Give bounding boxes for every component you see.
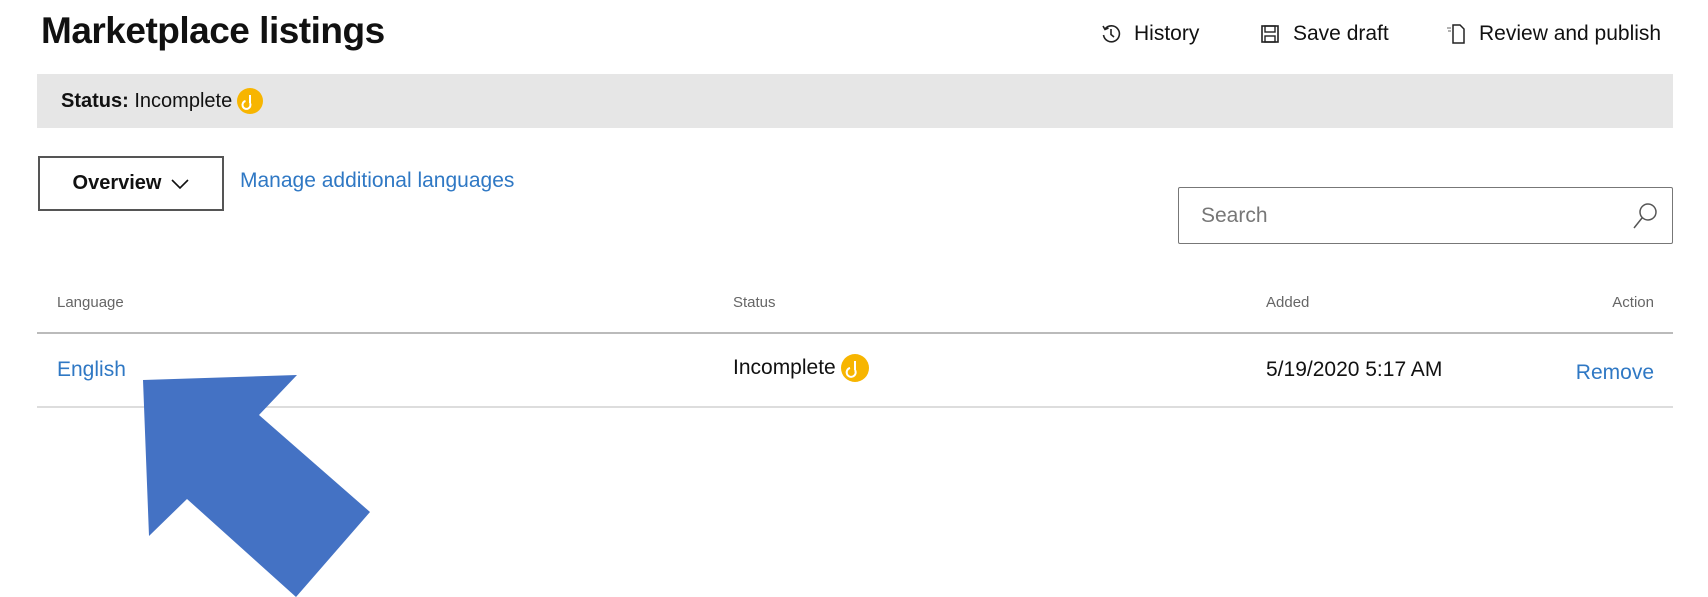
- annotation-arrow: [143, 375, 370, 597]
- arrow-shape: [143, 375, 370, 597]
